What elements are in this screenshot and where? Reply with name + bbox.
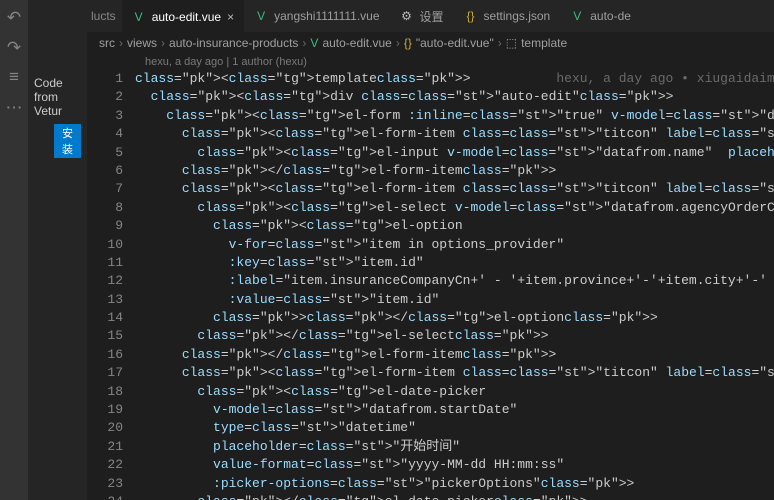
close-icon[interactable]: ×: [227, 10, 234, 24]
chevron-right-icon: ›: [302, 36, 306, 50]
code-line[interactable]: class="pk">>class="pk"></class="tg">el-o…: [135, 309, 774, 327]
line-number: 21: [87, 438, 123, 456]
line-number: 14: [87, 309, 123, 327]
code-line[interactable]: :label="item.insuranceCompanyCn+' - '+it…: [135, 272, 774, 290]
line-number: 19: [87, 401, 123, 419]
code-line[interactable]: class="pk"></class="tg">el-selectclass="…: [135, 327, 774, 345]
sidebar: Code from Vetur 安装: [28, 0, 87, 500]
line-number: 11: [87, 254, 123, 272]
line-number: 7: [87, 180, 123, 198]
code-line[interactable]: value-format=class="st">"yyyy-MM-dd HH:m…: [135, 456, 774, 474]
crumb-src[interactable]: src: [99, 36, 115, 50]
tab-trunc: lucts: [87, 9, 122, 23]
file-type-icon: ⚙: [400, 9, 414, 23]
line-number: 16: [87, 346, 123, 364]
file-type-icon: V: [132, 10, 146, 24]
list-icon[interactable]: ≡: [0, 64, 28, 92]
code-line[interactable]: class="pk"><class="tg">div class=class="…: [135, 88, 774, 106]
line-number: 6: [87, 162, 123, 180]
chevron-right-icon: ›: [119, 36, 123, 50]
chevron-right-icon: ›: [498, 36, 502, 50]
line-number: 23: [87, 475, 123, 493]
line-number: 20: [87, 419, 123, 437]
install-button[interactable]: 安装: [54, 124, 81, 158]
tab-label: settings.json: [484, 9, 551, 23]
line-number: 9: [87, 217, 123, 235]
code-line[interactable]: class="pk"><class="tg">el-input v-model=…: [135, 144, 774, 162]
tab-bar: lucts Vauto-edit.vue × Vyangshi1111111.vue…: [87, 0, 774, 32]
code-line[interactable]: class="pk"></class="tg">el-form-itemclas…: [135, 346, 774, 364]
code-line[interactable]: class="pk"><class="tg">templateclass="pk…: [135, 70, 774, 88]
code-line[interactable]: class="pk"><class="tg">el-form-item clas…: [135, 180, 774, 198]
vue-file-icon: V: [310, 36, 318, 50]
line-number-gutter: 1234567891011121314151617181920212223242…: [87, 70, 135, 500]
file-type-icon: {}: [464, 9, 478, 23]
breadcrumbs[interactable]: src › views › auto-insurance-products › …: [87, 32, 774, 54]
editor-main: lucts Vauto-edit.vue × Vyangshi1111111.vue…: [87, 0, 774, 500]
sidebar-title: Code from Vetur: [34, 76, 81, 118]
line-number: 13: [87, 291, 123, 309]
tab[interactable]: ⚙ 设置: [390, 0, 454, 32]
code-line[interactable]: type=class="st">"datetime": [135, 419, 774, 437]
undo-icon[interactable]: ↶: [0, 4, 28, 32]
line-number: 8: [87, 199, 123, 217]
line-number: 24: [87, 493, 123, 500]
tab[interactable]: {} settings.json: [454, 0, 561, 32]
code-line[interactable]: class="pk"></class="tg">el-form-itemclas…: [135, 162, 774, 180]
code-line[interactable]: class="pk"><class="tg">el-option: [135, 217, 774, 235]
code-line[interactable]: class="pk"><class="tg">el-form-item clas…: [135, 364, 774, 382]
tab-label: yangshi1111111.vue: [274, 9, 379, 23]
template-icon: ⬚: [506, 36, 517, 50]
line-number: 2: [87, 88, 123, 106]
line-number: 18: [87, 383, 123, 401]
chevron-right-icon: ›: [396, 36, 400, 50]
crumb-file[interactable]: auto-edit.vue: [322, 36, 391, 50]
code-line[interactable]: placeholder=class="st">"开始时间": [135, 438, 774, 456]
line-number: 1: [87, 70, 123, 88]
code-line[interactable]: v-for=class="st">"item in options_provid…: [135, 236, 774, 254]
code-line[interactable]: :picker-options=class="st">"pickerOption…: [135, 475, 774, 493]
crumb-views[interactable]: views: [127, 36, 157, 50]
line-number: 5: [87, 144, 123, 162]
line-number: 22: [87, 456, 123, 474]
tab-label: auto-edit.vue: [152, 10, 221, 24]
braces-icon: {}: [404, 36, 412, 50]
line-number: 15: [87, 327, 123, 345]
line-number: 10: [87, 236, 123, 254]
tab[interactable]: Vyangshi1111111.vue: [244, 0, 389, 32]
codelens[interactable]: hexu, a day ago | 1 author (hexu): [87, 54, 774, 70]
code-line[interactable]: :key=class="st">"item.id": [135, 254, 774, 272]
code-line[interactable]: :value=class="st">"item.id": [135, 291, 774, 309]
file-type-icon: V: [570, 9, 584, 23]
line-number: 3: [87, 107, 123, 125]
crumb-scope[interactable]: "auto-edit.vue": [416, 36, 494, 50]
chevron-right-icon: ›: [161, 36, 165, 50]
line-number: 12: [87, 272, 123, 290]
code-line[interactable]: class="pk"><class="tg">el-date-picker: [135, 383, 774, 401]
crumb-folder[interactable]: auto-insurance-products: [169, 36, 298, 50]
file-type-icon: V: [254, 9, 268, 23]
more-icon[interactable]: ⋯: [0, 94, 28, 122]
redo-icon[interactable]: ↷: [0, 34, 28, 62]
code-line[interactable]: v-model=class="st">"datafrom.startDate": [135, 401, 774, 419]
code-line[interactable]: class="pk"><class="tg">el-select v-model…: [135, 199, 774, 217]
tab-label: auto-de: [590, 9, 631, 23]
tab[interactable]: Vauto-edit.vue ×: [122, 0, 244, 32]
line-number: 4: [87, 125, 123, 143]
code-line[interactable]: class="pk"><class="tg">el-form :inline=c…: [135, 107, 774, 125]
tab[interactable]: Vauto-de: [560, 0, 641, 32]
code-area[interactable]: class="pk"><class="tg">templateclass="pk…: [135, 70, 774, 500]
activity-bar: ↶ ↷ ≡ ⋯: [0, 0, 28, 500]
code-editor[interactable]: 1234567891011121314151617181920212223242…: [87, 70, 774, 500]
code-line[interactable]: class="pk"><class="tg">el-form-item clas…: [135, 125, 774, 143]
tab-label: 设置: [420, 8, 444, 25]
code-line[interactable]: class="pk"></class="tg">el-date-pickercl…: [135, 493, 774, 500]
line-number: 17: [87, 364, 123, 382]
crumb-template[interactable]: template: [521, 36, 567, 50]
